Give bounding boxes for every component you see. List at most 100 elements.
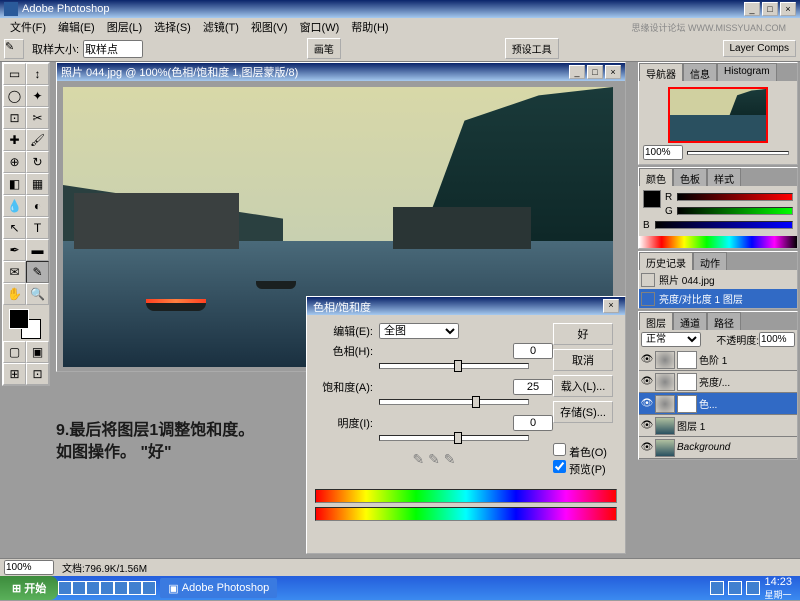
color-ramp[interactable] [639,236,797,248]
path-tool[interactable]: ↖ [3,217,26,239]
tab-info[interactable]: 信息 [683,63,717,81]
blur-tool[interactable]: 💧 [3,195,26,217]
mask-mode-standard[interactable]: ▢ [3,341,26,363]
edit-select[interactable]: 全图 [379,323,459,339]
menu-help[interactable]: 帮助(H) [345,19,394,35]
brush-tool[interactable]: 🖌 [26,129,49,151]
crop-tool[interactable]: ⊡ [3,107,26,129]
shape-tool[interactable]: ▬ [26,239,49,261]
menu-edit[interactable]: 编辑(E) [52,19,101,35]
menu-view[interactable]: 视图(V) [245,19,294,35]
navigator-zoom-input[interactable] [643,145,683,160]
stamp-tool[interactable]: ⊕ [3,151,26,173]
quicklaunch-icon[interactable] [142,581,156,595]
eyedropper-icons[interactable]: ✎ ✎ ✎ [315,451,553,468]
quicklaunch-icon[interactable] [128,581,142,595]
color-swatches[interactable] [3,305,49,341]
fg-color-swatch[interactable] [9,309,29,329]
quicklaunch-icon[interactable] [58,581,72,595]
system-tray[interactable]: 14:23 星期一 [702,576,800,601]
navigator-thumbnail[interactable] [668,87,768,143]
taskbar-app-photoshop[interactable]: ▣ Adobe Photoshop [160,578,277,598]
menu-image[interactable]: 图层(L) [101,19,148,35]
dodge-tool[interactable]: ◐ [26,195,49,217]
move-tool[interactable]: ↕ [26,63,49,85]
save-button[interactable]: 存储(S)... [553,401,613,423]
notes-tool[interactable]: ✉ [3,261,26,283]
screen-mode-standard[interactable]: ⊞ [3,363,26,385]
hand-tool[interactable]: ✋ [3,283,26,305]
quicklaunch-icon[interactable] [100,581,114,595]
tab-color[interactable]: 颜色 [639,168,673,186]
tab-history[interactable]: 历史记录 [639,252,693,270]
menu-filter[interactable]: 滤镜(T) [197,19,245,35]
hue-input[interactable] [513,343,553,359]
quicklaunch-icon[interactable] [86,581,100,595]
zoom-tool[interactable]: 🔍 [26,283,49,305]
dialog-close-button[interactable]: × [603,299,619,313]
navigator-zoom-slider[interactable] [687,151,789,155]
wand-tool[interactable]: ✦ [26,85,49,107]
history-step[interactable]: 亮度/对比度 1 图层 [639,289,797,308]
layer-1[interactable]: 👁图层 1 [639,415,797,437]
opacity-input[interactable] [759,332,795,347]
tab-channels[interactable]: 通道 [673,312,707,330]
eraser-tool[interactable]: ◧ [3,173,26,195]
colorize-checkbox[interactable]: 着色(O) [553,443,617,460]
tab-layers[interactable]: 图层 [639,312,673,330]
document-titlebar[interactable]: 照片 044.jpg @ 100%(色相/饱和度 1,图层蒙版/8) _ □ × [57,63,625,81]
status-zoom[interactable] [4,560,54,575]
palette-well-brushes[interactable]: 画笔 [307,38,341,59]
marquee-tool[interactable]: ▭ [3,63,26,85]
layer-background[interactable]: 👁Background [639,437,797,459]
lasso-tool[interactable]: ◯ [3,85,26,107]
quicklaunch-icon[interactable] [72,581,86,595]
blend-mode-select[interactable]: 正常 [641,332,701,347]
layer-brightness[interactable]: 👁亮度/... [639,371,797,393]
lightness-input[interactable] [513,415,553,431]
eyedropper-tool[interactable]: ✎ [26,261,49,283]
palette-well-layercomps[interactable]: Layer Comps [723,40,796,57]
screen-mode-full[interactable]: ⊡ [26,363,49,385]
gradient-tool[interactable]: ▦ [26,173,49,195]
saturation-input[interactable] [513,379,553,395]
menu-window[interactable]: 窗口(W) [294,19,346,35]
preview-checkbox[interactable]: 预览(P) [553,460,617,477]
type-tool[interactable]: T [26,217,49,239]
menu-file[interactable]: 文件(F) [4,19,52,35]
maximize-button[interactable]: □ [762,2,778,16]
menu-select[interactable]: 选择(S) [148,19,197,35]
history-snapshot[interactable]: 照片 044.jpg [639,270,797,289]
tab-styles[interactable]: 样式 [707,168,741,186]
history-brush-tool[interactable]: ↻ [26,151,49,173]
color-fg-swatch[interactable] [643,190,661,208]
palette-well-presets[interactable]: 预设工具 [505,38,559,59]
tab-actions[interactable]: 动作 [693,252,727,270]
doc-maximize-button[interactable]: □ [587,65,603,79]
start-button[interactable]: ⊞ 开始 [0,576,58,600]
tray-icon[interactable] [746,581,760,595]
tray-icon[interactable] [710,581,724,595]
saturation-slider[interactable] [379,399,529,405]
tab-swatches[interactable]: 色板 [673,168,707,186]
load-button[interactable]: 载入(L)... [553,375,613,397]
sample-size-input[interactable] [83,40,143,58]
doc-close-button[interactable]: × [605,65,621,79]
dialog-titlebar[interactable]: 色相/饱和度 × [307,297,625,315]
close-button[interactable]: × [780,2,796,16]
quicklaunch-icon[interactable] [114,581,128,595]
mask-mode-quick[interactable]: ▣ [26,341,49,363]
b-slider[interactable] [655,221,793,229]
tray-icon[interactable] [728,581,742,595]
layer-hue-sat[interactable]: 👁色... [639,393,797,415]
tab-histogram[interactable]: Histogram [717,63,777,81]
minimize-button[interactable]: _ [744,2,760,16]
slice-tool[interactable]: ✂ [26,107,49,129]
lightness-slider[interactable] [379,435,529,441]
ok-button[interactable]: 好 [553,323,613,345]
r-slider[interactable] [677,193,793,201]
heal-tool[interactable]: ✚ [3,129,26,151]
tab-navigator[interactable]: 导航器 [639,63,683,81]
pen-tool[interactable]: ✒ [3,239,26,261]
g-slider[interactable] [677,207,793,215]
